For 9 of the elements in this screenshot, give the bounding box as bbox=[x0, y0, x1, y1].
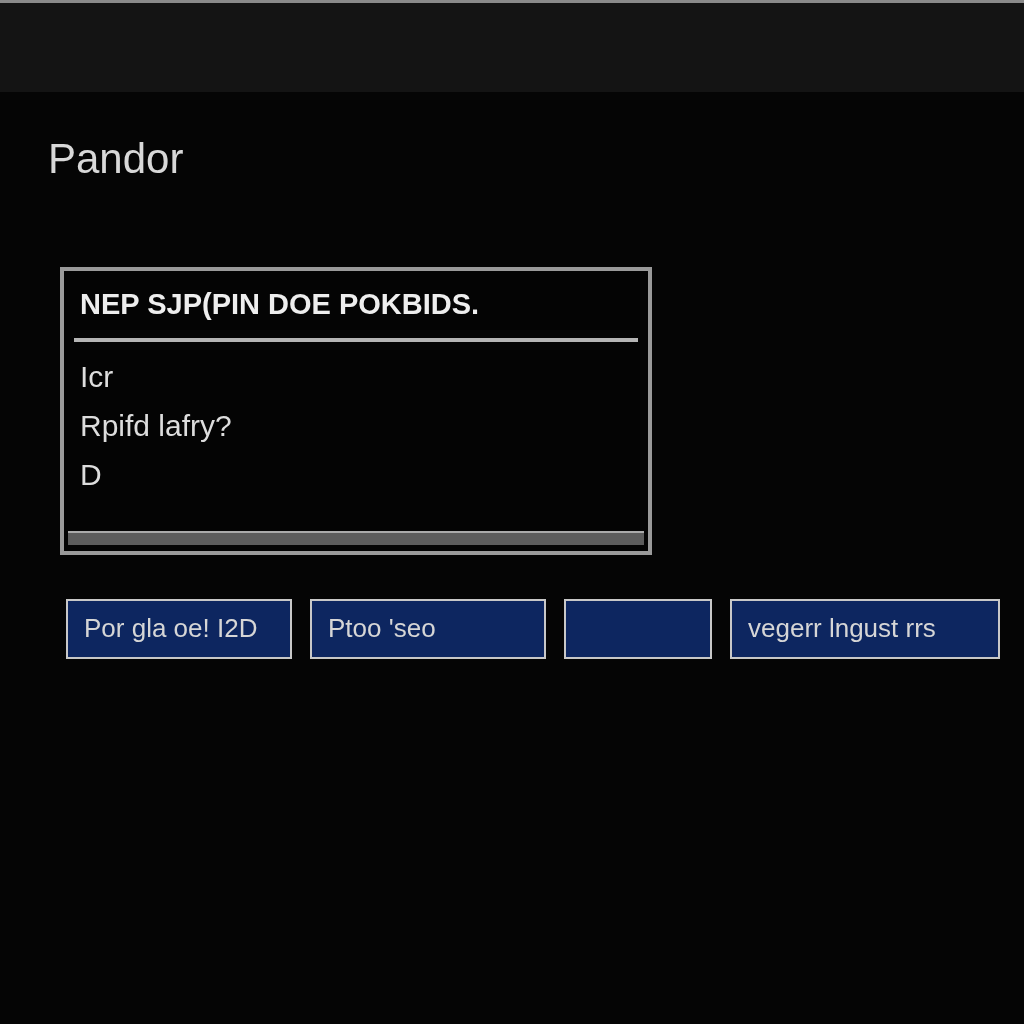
dialog-text: Icr bbox=[79, 359, 115, 396]
blank-button[interactable] bbox=[564, 598, 712, 659]
action-button[interactable]: vegerr lngust rrs bbox=[730, 598, 1000, 659]
dialog-text: Rpifd lafry? bbox=[79, 408, 233, 445]
action-button[interactable]: Ptoo 'seo bbox=[310, 598, 546, 659]
action-button[interactable]: Por gla oe! I2D bbox=[66, 598, 292, 659]
dialog-heading: NEP SJP(PIN DOE POKBIDS. bbox=[79, 286, 481, 322]
window-title: Pandor bbox=[48, 134, 185, 184]
dialog-text: D bbox=[79, 457, 103, 494]
